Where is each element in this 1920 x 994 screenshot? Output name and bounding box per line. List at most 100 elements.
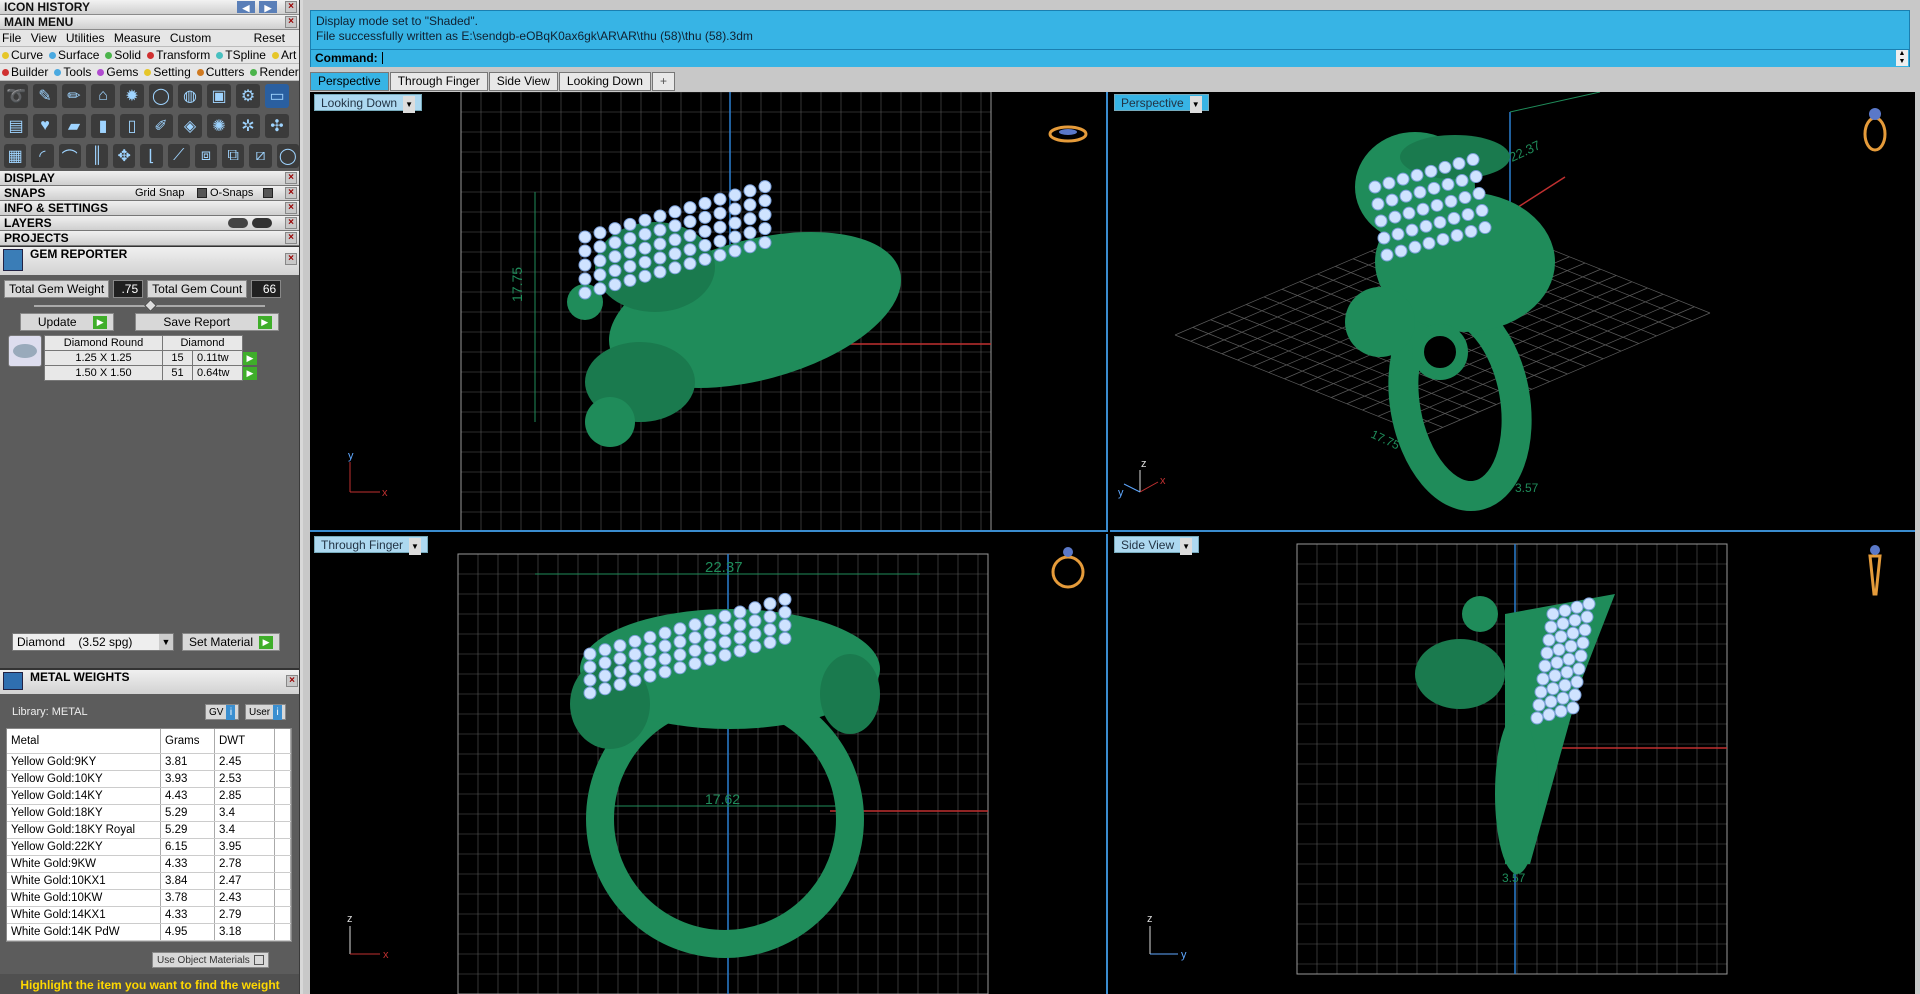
camera-icon[interactable]: ▣ bbox=[207, 84, 231, 108]
module-art[interactable]: Art bbox=[271, 48, 296, 62]
ring-model[interactable] bbox=[570, 592, 880, 958]
save-report-button[interactable]: Save Report ▶ bbox=[134, 313, 279, 331]
module-render[interactable]: Render bbox=[250, 65, 299, 79]
plane-icon[interactable]: ▰ bbox=[62, 114, 86, 138]
update-button[interactable]: Update ▶ bbox=[20, 313, 115, 331]
panel-toggle-icon[interactable]: ▭ bbox=[265, 84, 289, 108]
close-icon[interactable]: × bbox=[285, 172, 297, 184]
command-input[interactable]: Command: ▲ ▼ bbox=[311, 49, 1909, 67]
close-icon[interactable]: × bbox=[285, 217, 297, 229]
table-row[interactable]: Yellow Gold:18KY Royal 5.29 3.4 bbox=[7, 821, 291, 839]
gear-icon[interactable]: ⚙ bbox=[236, 84, 260, 108]
ring-model[interactable] bbox=[567, 180, 918, 447]
gem-cluster-icon[interactable]: ✹ bbox=[120, 84, 144, 108]
o-snaps-toggle[interactable]: O-Snaps bbox=[210, 186, 253, 200]
frame-icon[interactable]: ⧈ bbox=[194, 144, 218, 168]
sun-icon[interactable]: ✺ bbox=[207, 114, 231, 138]
module-transform[interactable]: Transform bbox=[147, 48, 210, 62]
heart-gem-icon[interactable]: ♥ bbox=[33, 114, 57, 138]
eye-icon[interactable] bbox=[228, 218, 248, 228]
viewport-label[interactable]: Side View ▼ bbox=[1114, 536, 1200, 555]
close-icon[interactable]: × bbox=[285, 187, 297, 199]
module-tools[interactable]: Tools bbox=[54, 65, 91, 79]
menu-utilities[interactable]: Utilities bbox=[66, 31, 105, 45]
viewport-label[interactable]: Looking Down ▼ bbox=[314, 94, 422, 113]
close-icon[interactable]: × bbox=[286, 675, 298, 687]
book-icon[interactable]: ▮ bbox=[91, 114, 115, 138]
grid-icon[interactable]: ▦ bbox=[4, 144, 27, 168]
module-gems[interactable]: Gems bbox=[97, 65, 138, 79]
arrow-right-icon[interactable]: ▶ bbox=[259, 1, 277, 13]
close-icon[interactable]: × bbox=[285, 1, 297, 13]
brush-icon[interactable]: ✐ bbox=[149, 114, 173, 138]
page-icon[interactable]: ▯ bbox=[120, 114, 144, 138]
lock-tool-icon[interactable]: ⌂ bbox=[91, 84, 115, 108]
pen-tool-icon[interactable]: ✎ bbox=[33, 84, 57, 108]
pencil-tool-icon[interactable]: ✏ bbox=[62, 84, 86, 108]
ring-model[interactable] bbox=[1415, 594, 1615, 874]
image-icon[interactable]: ▤ bbox=[4, 114, 28, 138]
ring-tool-icon[interactable]: ◯ bbox=[149, 84, 173, 108]
close-icon[interactable]: × bbox=[285, 16, 297, 28]
menu-custom[interactable]: Custom bbox=[170, 31, 211, 45]
table-row[interactable]: White Gold:9KW 4.33 2.78 bbox=[7, 855, 291, 873]
icon-history-header[interactable]: ICON HISTORY ◀ ▶ × bbox=[0, 0, 299, 15]
gv-toggle[interactable]: GV i bbox=[205, 704, 240, 720]
chevron-down-icon[interactable]: ▼ bbox=[1189, 96, 1202, 113]
go-arrow-icon[interactable]: ▶ bbox=[243, 366, 257, 380]
display-header[interactable]: DISPLAY × bbox=[0, 171, 299, 186]
table-row[interactable]: White Gold:10KX1 3.84 2.47 bbox=[7, 872, 291, 890]
table-row[interactable]: Yellow Gold:22KY 6.15 3.95 bbox=[7, 838, 291, 856]
user-toggle[interactable]: User i bbox=[245, 704, 287, 720]
gem-slider[interactable] bbox=[34, 299, 265, 312]
layers-header[interactable]: LAYERS × bbox=[0, 216, 299, 231]
circle-icon[interactable]: ◯ bbox=[276, 144, 299, 168]
table-row[interactable]: White Gold:14K PdW 4.95 3.18 bbox=[7, 923, 291, 941]
table-row[interactable]: White Gold:10KW 3.78 2.43 bbox=[7, 889, 291, 907]
material-select[interactable]: Diamond (3.52 spg) ▼ bbox=[12, 633, 174, 651]
module-solid[interactable]: Solid bbox=[105, 48, 141, 62]
viewport-through-finger[interactable]: 22.37 17.62 z x Through Finger ▼ bbox=[310, 534, 1108, 994]
arrow-left-icon[interactable]: ◀ bbox=[237, 1, 255, 13]
grid-snap-checkbox[interactable] bbox=[197, 188, 207, 198]
module-cutters[interactable]: Cutters bbox=[196, 65, 244, 79]
table-row[interactable]: Yellow Gold:18KY 5.29 3.4 bbox=[7, 804, 291, 822]
table-row[interactable]: Yellow Gold:9KY 3.81 2.45 bbox=[7, 753, 291, 771]
tab-side-view[interactable]: Side View bbox=[488, 72, 558, 91]
viewport-label[interactable]: Through Finger ▼ bbox=[314, 536, 428, 555]
table-row[interactable]: Yellow Gold:10KY 3.93 2.53 bbox=[7, 770, 291, 788]
menu-measure[interactable]: Measure bbox=[114, 31, 161, 45]
viewport-side-view[interactable]: 3.57 z y Side View ▼ bbox=[1110, 534, 1915, 994]
view-cube-icon[interactable] bbox=[1048, 125, 1088, 143]
dashed-arc-icon[interactable]: ⌒ bbox=[58, 144, 81, 168]
module-tspline[interactable]: TSpline bbox=[216, 48, 266, 62]
set-material-button[interactable]: Set Material ▶ bbox=[182, 633, 281, 651]
snaps-header[interactable]: SNAPS Grid Snap O-Snaps × bbox=[0, 186, 299, 201]
table-row[interactable]: Yellow Gold:14KY 4.43 2.85 bbox=[7, 787, 291, 805]
chevron-down-icon[interactable]: ▼ bbox=[409, 538, 421, 555]
menu-reset[interactable]: Reset bbox=[254, 30, 285, 46]
scale-icon[interactable]: ⧄ bbox=[249, 144, 272, 168]
tab-perspective[interactable]: Perspective bbox=[310, 72, 389, 91]
vertical-lines-icon[interactable]: ║ bbox=[85, 144, 109, 168]
chevron-down-icon[interactable]: ▼ bbox=[403, 96, 415, 113]
box-icon[interactable]: ◈ bbox=[178, 114, 202, 138]
add-tab-button[interactable]: + bbox=[651, 72, 675, 91]
go-arrow-icon[interactable]: ▶ bbox=[243, 351, 257, 365]
menu-file[interactable]: File bbox=[2, 31, 21, 45]
view-cube-icon[interactable] bbox=[1863, 108, 1887, 152]
corner-icon[interactable]: ⌊ bbox=[140, 144, 163, 168]
close-icon[interactable]: × bbox=[285, 202, 297, 214]
tab-looking-down[interactable]: Looking Down bbox=[558, 72, 651, 91]
arc-icon[interactable]: ◜ bbox=[31, 144, 54, 168]
chevron-down-icon[interactable]: ▼ bbox=[159, 634, 173, 650]
menu-view[interactable]: View bbox=[31, 31, 57, 45]
grid-snap-toggle[interactable]: Grid Snap bbox=[135, 186, 185, 200]
o-snaps-checkbox[interactable] bbox=[263, 188, 273, 198]
close-icon[interactable]: × bbox=[285, 253, 297, 265]
module-setting[interactable]: Setting bbox=[144, 65, 191, 79]
viewport-looking-down[interactable]: 17.75 y x Looking Down ▼ bbox=[310, 92, 1108, 532]
settings-icon[interactable]: ✲ bbox=[236, 114, 260, 138]
module-surface[interactable]: Surface bbox=[49, 48, 99, 62]
close-icon[interactable]: × bbox=[285, 232, 297, 244]
